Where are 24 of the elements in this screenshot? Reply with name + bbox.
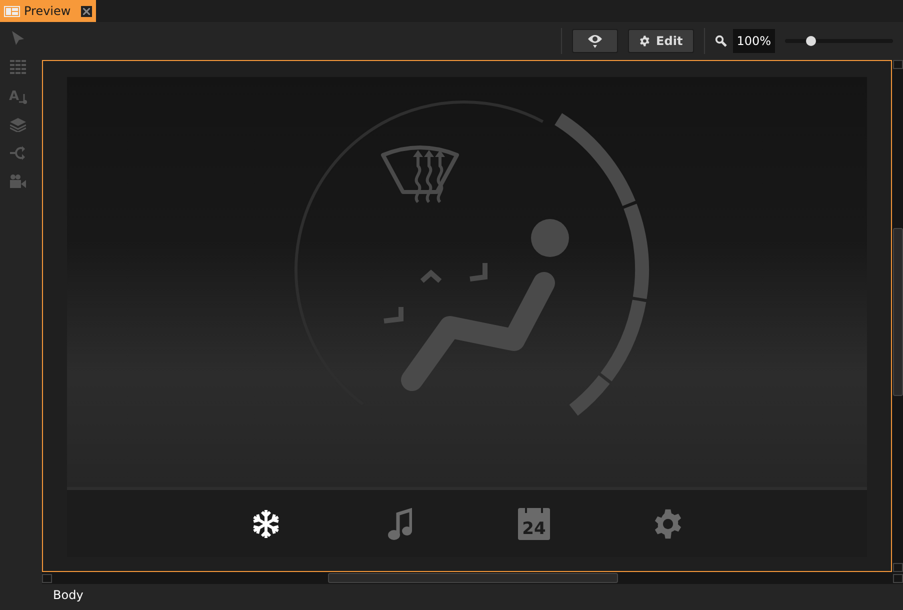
- connector-icon[interactable]: [10, 146, 26, 160]
- seated-person-icon: [401, 219, 569, 391]
- panel-layout-icon: [4, 6, 20, 16]
- edit-button[interactable]: Edit: [628, 29, 694, 53]
- vertical-scrollbar[interactable]: [892, 60, 903, 572]
- video-camera-icon[interactable]: [10, 174, 26, 188]
- eye-icon: [586, 34, 603, 48]
- zoom-value[interactable]: 100%: [732, 29, 775, 53]
- gear-icon: [638, 34, 650, 48]
- calendar-day: 24: [522, 518, 546, 538]
- slider-thumb[interactable]: [806, 36, 816, 46]
- snowflake-icon: [251, 508, 281, 538]
- music-note-icon: [388, 508, 412, 540]
- horizontal-scrollbar[interactable]: [42, 572, 903, 584]
- status-text: Body: [53, 588, 84, 602]
- preview-tab[interactable]: Preview: [0, 0, 96, 22]
- pointer-icon[interactable]: [11, 30, 25, 46]
- windshield-defrost-icon: [381, 146, 459, 204]
- settings-icon: [652, 508, 684, 540]
- table-icon[interactable]: [10, 60, 26, 74]
- layers-icon[interactable]: [10, 118, 26, 132]
- preview-button[interactable]: [572, 29, 618, 53]
- close-icon[interactable]: [80, 6, 92, 16]
- search-icon[interactable]: [714, 35, 727, 47]
